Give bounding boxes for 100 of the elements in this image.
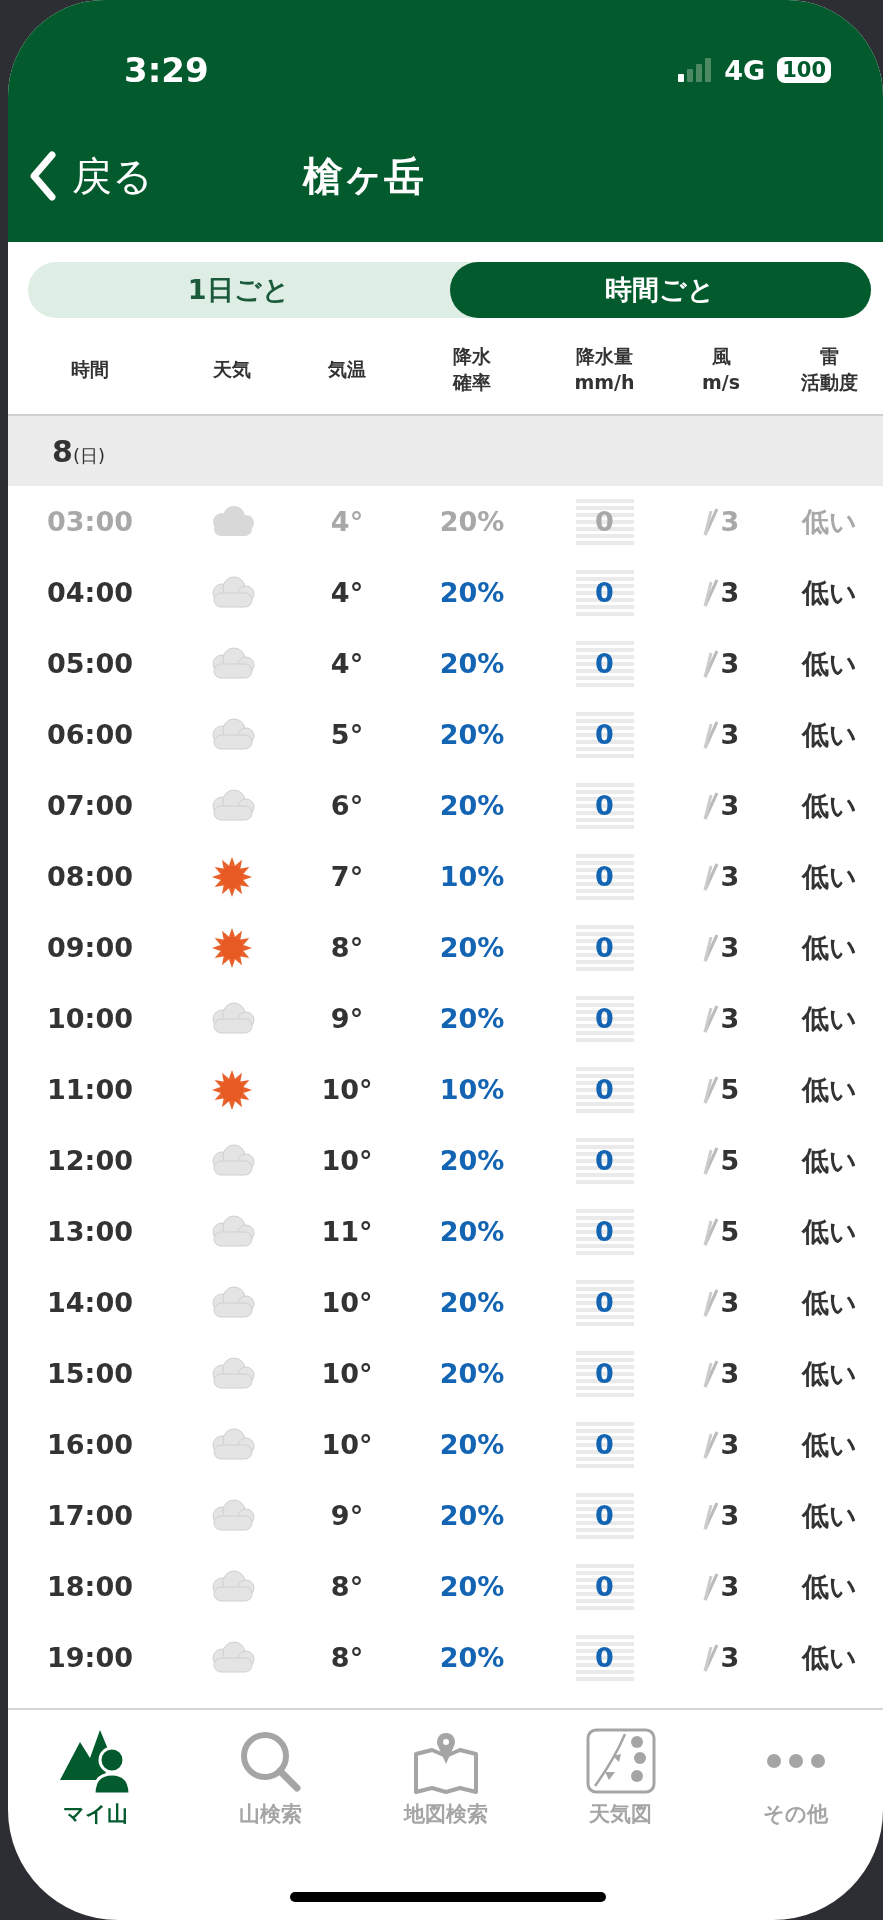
wind-arrow-icon	[702, 719, 719, 750]
time-cell: 06:00	[47, 719, 133, 750]
wind-arrow-icon	[702, 648, 719, 679]
column-header: 雷 活動度	[799, 344, 859, 395]
wind-arrow-icon	[702, 1145, 719, 1176]
precipitation-amount: 0	[575, 1208, 634, 1255]
precipitation-probability: 20%	[439, 932, 505, 963]
time-cell: 13:00	[47, 1216, 133, 1247]
thunder-level: 低い	[801, 1143, 857, 1178]
more-icon	[766, 1754, 825, 1768]
battery-indicator: 100	[777, 57, 831, 83]
time-cell: 04:00	[47, 577, 133, 608]
temperature-cell: 10°	[321, 1358, 373, 1389]
network-label: 4G	[724, 54, 766, 86]
wind-speed: 3	[720, 577, 740, 608]
precipitation-probability: 20%	[439, 1571, 505, 1602]
temperature-cell: 9°	[330, 1500, 364, 1531]
thunder-level: 低い	[801, 1640, 857, 1675]
time-cell: 10:00	[47, 1003, 133, 1034]
temperature-cell: 8°	[330, 1571, 364, 1602]
wind-speed: 3	[720, 648, 740, 679]
precipitation-amount: 0	[575, 1421, 634, 1468]
time-cell: 19:00	[47, 1642, 133, 1673]
temperature-cell: 6°	[330, 790, 364, 821]
status-time: 3:29	[124, 50, 209, 90]
thunder-level: 低い	[801, 859, 857, 894]
back-link[interactable]: 戻る	[28, 148, 153, 204]
time-cell: 17:00	[47, 1500, 133, 1531]
wind-speed: 5	[720, 1216, 740, 1247]
precipitation-probability: 20%	[439, 1003, 505, 1034]
time-cell: 18:00	[47, 1571, 133, 1602]
wind-speed: 5	[720, 1074, 740, 1105]
precipitation-amount: 0	[575, 782, 634, 829]
thunder-level: 低い	[801, 717, 857, 752]
time-cell: 03:00	[47, 506, 133, 537]
mountain-person-icon	[59, 1728, 132, 1794]
thunder-level: 低い	[801, 646, 857, 681]
wind-arrow-icon	[702, 932, 719, 963]
precipitation-amount: 0	[575, 498, 634, 545]
wind-speed: 3	[720, 506, 740, 537]
time-cell: 16:00	[47, 1429, 133, 1460]
wind-arrow-icon	[702, 861, 719, 892]
wind-speed: 3	[720, 1358, 740, 1389]
precipitation-probability: 20%	[439, 1287, 505, 1318]
thunder-level: 低い	[801, 1356, 857, 1391]
wind-arrow-icon	[702, 577, 719, 608]
precipitation-amount: 0	[575, 1137, 634, 1184]
precipitation-amount: 0	[575, 1066, 634, 1113]
temperature-cell: 10°	[321, 1145, 373, 1176]
precipitation-amount: 0	[575, 1492, 634, 1539]
time-cell: 09:00	[47, 932, 133, 963]
temperature-cell: 9°	[330, 1003, 364, 1034]
column-header: 気温	[327, 357, 367, 383]
wind-speed: 3	[720, 1287, 740, 1318]
precipitation-probability: 10%	[439, 861, 505, 892]
time-cell: 15:00	[47, 1358, 133, 1389]
precipitation-probability: 20%	[439, 719, 505, 750]
wind-speed: 3	[720, 1500, 740, 1531]
precipitation-probability: 20%	[439, 1642, 505, 1673]
precipitation-probability: 20%	[439, 1216, 505, 1247]
column-header: 風 m/s	[700, 344, 741, 395]
time-cell: 14:00	[47, 1287, 133, 1318]
column-header: 降水量 mm/h	[573, 344, 636, 395]
temperature-cell: 8°	[330, 1642, 364, 1673]
temperature-cell: 5°	[330, 719, 364, 750]
segment-tab[interactable]: 1日ごと	[28, 262, 450, 318]
temperature-cell: 4°	[330, 577, 364, 608]
temperature-cell: 10°	[321, 1429, 373, 1460]
wind-arrow-icon	[702, 1429, 719, 1460]
temperature-cell: 10°	[321, 1074, 373, 1105]
wind-arrow-icon	[702, 1287, 719, 1318]
wind-arrow-icon	[702, 1074, 719, 1105]
wind-speed: 3	[720, 790, 740, 821]
column-header: 天気	[212, 357, 252, 383]
temperature-cell: 11°	[321, 1216, 373, 1247]
temperature-cell: 4°	[330, 648, 364, 679]
time-cell: 05:00	[47, 648, 133, 679]
wind-speed: 3	[720, 719, 740, 750]
precipitation-probability: 20%	[439, 506, 505, 537]
precipitation-amount: 0	[575, 711, 634, 758]
segment-tab[interactable]: 時間ごと	[449, 262, 871, 318]
tab-bar-item[interactable]: マイ山	[8, 1728, 183, 1828]
page-title: 槍ヶ岳	[303, 151, 424, 201]
time-cell: 12:00	[47, 1145, 133, 1176]
precipitation-amount: 0	[575, 1350, 634, 1397]
temperature-cell: 4°	[330, 506, 364, 537]
chevron-left-icon	[28, 151, 58, 201]
time-cell: 08:00	[47, 861, 133, 892]
wind-speed: 3	[720, 1571, 740, 1602]
thunder-level: 低い	[801, 930, 857, 965]
thunder-level: 低い	[801, 1001, 857, 1036]
precipitation-probability: 20%	[439, 577, 505, 608]
precipitation-probability: 20%	[439, 1145, 505, 1176]
temperature-cell: 10°	[321, 1287, 373, 1318]
column-header: 時間	[70, 357, 110, 383]
temperature-cell: 7°	[330, 861, 364, 892]
wind-speed: 3	[720, 932, 740, 963]
precipitation-probability: 20%	[439, 1429, 505, 1460]
time-cell: 11:00	[47, 1074, 133, 1105]
thunder-level: 低い	[801, 575, 857, 610]
